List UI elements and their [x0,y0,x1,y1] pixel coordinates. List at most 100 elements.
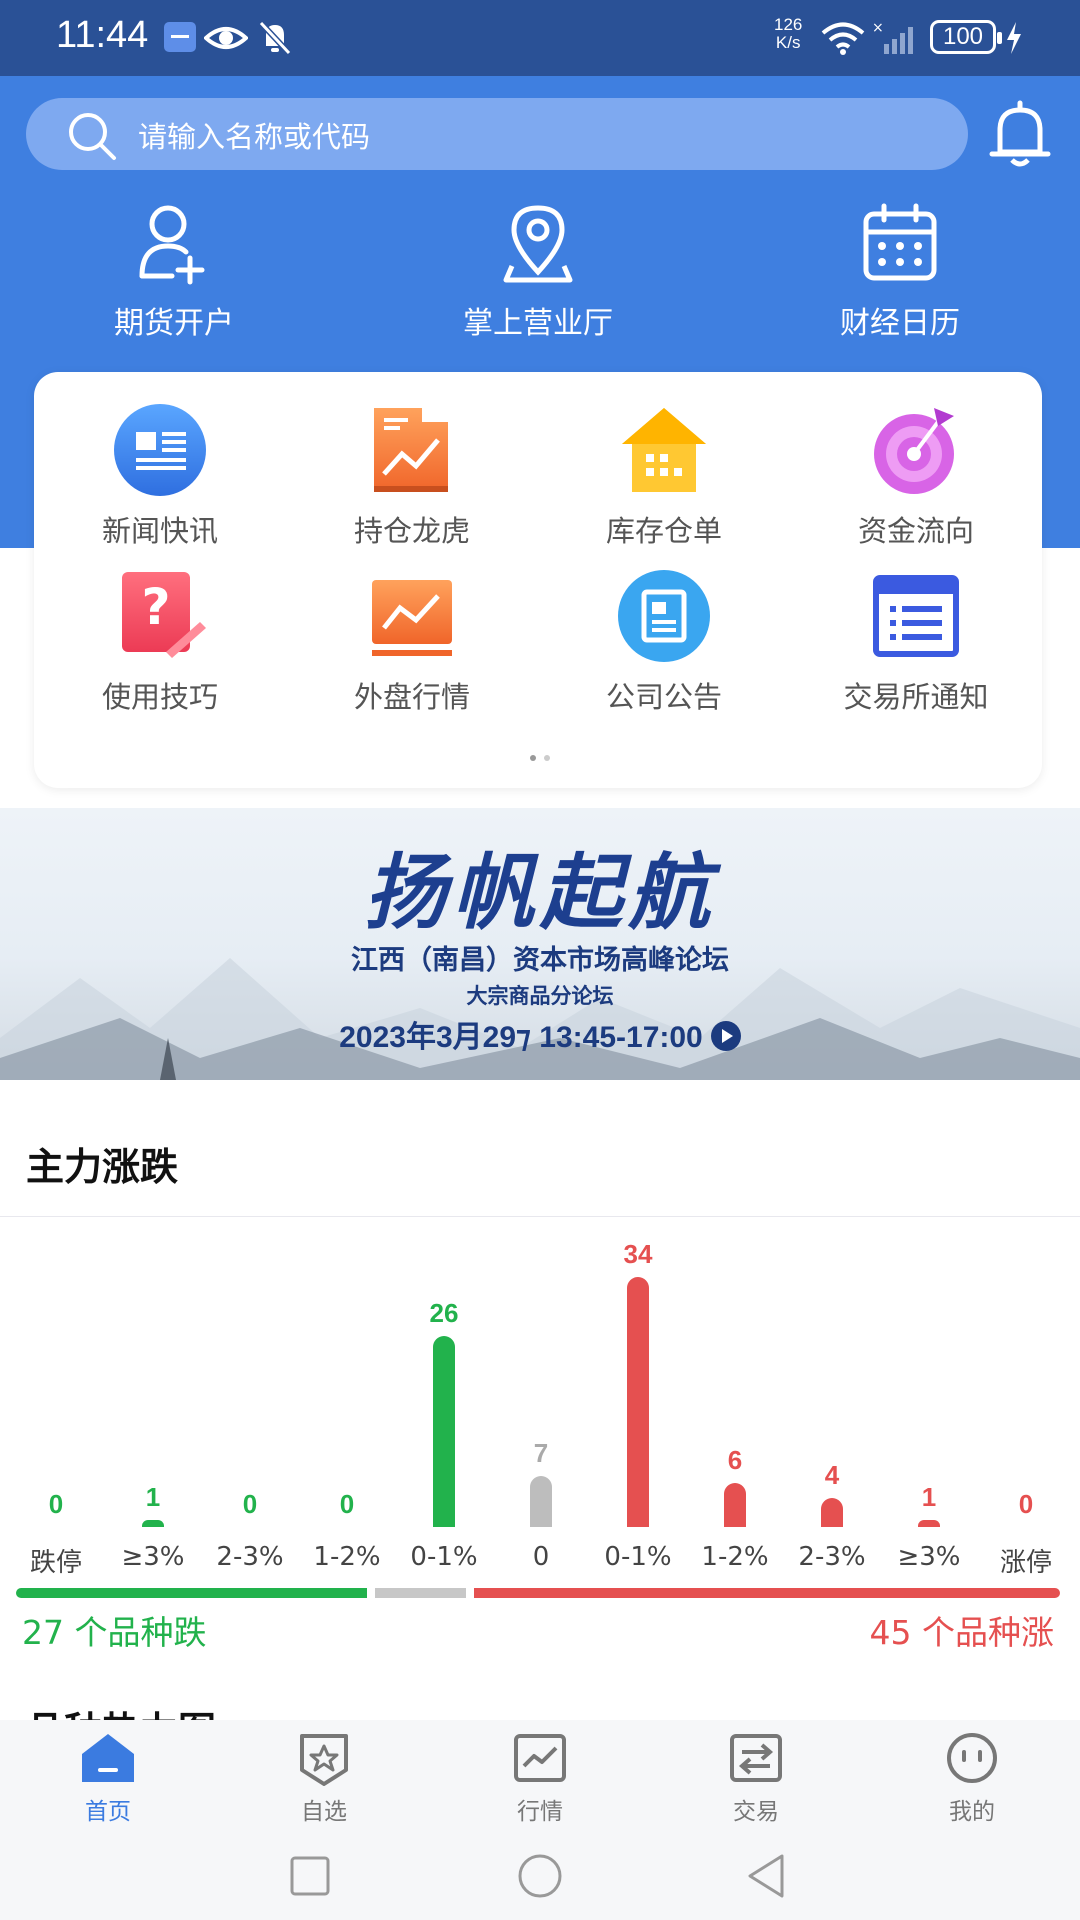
page-indicator [526,746,554,765]
banner-datetime: 2023年3月29⁊ 13:45-17:00 [0,1012,1080,1056]
tab-trade[interactable]: 交易 [648,1732,864,1826]
chart-category-label: 0-1% [604,1542,672,1572]
tab-label: 首页 [85,1799,131,1825]
chart-bar [433,1336,455,1527]
rise-count: 45 个品种涨 [869,1613,1054,1652]
chart-bar [724,1483,746,1527]
status-bar: 11:44 126 K/s × 100 [0,0,1080,76]
tab-label: 我的 [949,1799,995,1825]
tab-home[interactable]: 首页 [0,1732,216,1826]
grid-item-tips[interactable]: ? 使用技巧 [34,568,286,716]
status-time: 11:44 [56,14,149,56]
target-icon [874,408,954,494]
chart-bar [627,1277,649,1527]
exchange-icon [730,1734,782,1782]
grid-label: 持仓龙虎 [353,514,470,548]
grid-item-news[interactable]: 新闻快讯 [34,402,286,550]
chart-bar [918,1520,940,1527]
back-icon[interactable] [744,1852,788,1900]
search-bar[interactable]: 请输入名称或代码 [26,98,968,170]
fall-count: 27 个品种跌 [22,1613,207,1652]
chart-category-label: ≥3% [897,1542,961,1572]
chart-value-label: 34 [623,1239,653,1269]
chart-category-label: 1-2% [701,1542,769,1572]
divider [0,1216,1080,1217]
tab-label: 行情 [517,1799,563,1825]
section-title: 主力涨跌 [26,1145,179,1189]
recent-apps-icon[interactable] [288,1854,332,1898]
tab-label: 交易 [733,1799,779,1825]
chart-value-label: 7 [533,1438,549,1468]
chart-category-label: 2-3% [216,1542,284,1572]
nav-label: 掌上营业厅 [463,306,613,341]
flat-segment [375,1588,466,1598]
home-icon [82,1734,134,1782]
chart-category-label: 涨停 [999,1548,1052,1578]
nav-label: 财经日历 [840,306,960,341]
announcement-icon [618,570,710,662]
grid-label: 使用技巧 [101,680,218,714]
event-banner[interactable]: 扬帆起航 江西（南昌）资本市场高峰论坛 大宗商品分论坛 2023年3月29⁊ 1… [0,808,1080,1080]
speed-unit: K/s [775,33,801,52]
chart-bar [821,1498,843,1527]
grid-item-foreign-market[interactable]: 外盘行情 [286,568,538,716]
position-chart-icon [374,408,448,492]
svg-text:×: × [872,20,884,36]
home-nav-icon[interactable] [516,1852,564,1900]
grid-item-warehouse[interactable]: 库存仓单 [538,402,790,550]
grid-item-announcements[interactable]: 公司公告 [538,568,790,716]
charging-icon [1007,22,1021,54]
profile-icon [947,1733,997,1783]
banner-subtitle: 江西（南昌）资本市场高峰论坛 [351,945,729,976]
bottom-tab-bar: 首页 自选 行情 交易 我的 [0,1720,1080,1828]
nav-finance-calendar[interactable]: 财经日历 [770,200,1030,342]
svg-text:?: ? [141,578,170,636]
notice-list-icon [873,575,959,657]
battery-indicator: 100 [930,20,1002,54]
play-icon[interactable] [710,1021,741,1051]
grid-label: 新闻快讯 [101,514,218,548]
grid-label: 交易所通知 [843,680,989,714]
chart-value-label: 0 [242,1489,258,1519]
tab-label: 自选 [301,1799,347,1825]
banner-subtitle-2: 大宗商品分论坛 [466,984,614,1008]
market-trend-icon [372,580,452,656]
rise-fall-bar-chart: 0 跌停 1 ≥3% 0 2-3% 0 1-2% 26 0-1% 7 0 34 0-1% 6 1-2% 4 2-3… [0,1232,1080,1622]
grid-label: 库存仓单 [605,514,722,548]
chart-bar [142,1520,164,1527]
bell-icon[interactable] [988,100,1052,170]
search-icon [69,113,116,160]
distribution-bar [16,1588,1060,1598]
speed-value: 126 [774,15,803,34]
chart-bar [530,1476,552,1527]
star-icon [300,1734,348,1786]
tab-market[interactable]: 行情 [432,1732,648,1826]
tab-watchlist[interactable]: 自选 [216,1732,432,1826]
nav-futures-account[interactable]: 期货开户 [44,200,304,342]
calendar-icon [863,203,937,281]
chart-value-label: 1 [921,1482,937,1512]
eye-icon [204,27,248,49]
grid-item-exchange-notice[interactable]: 交易所通知 [790,568,1042,716]
grid-item-capital-flow[interactable]: 资金流向 [790,402,1042,550]
news-icon [114,404,206,496]
signal-icon: × [872,20,913,54]
quick-nav: 期货开户 掌上营业厅 财经日历 [0,200,1080,350]
chart-category-label: 2-3% [798,1542,866,1572]
search-input[interactable]: 请输入名称或代码 [138,114,370,156]
grid-label: 资金流向 [857,514,974,548]
chart-value-label: 0 [339,1489,355,1519]
fall-segment [16,1588,367,1598]
nav-label: 期货开户 [114,306,234,341]
grid-item-positions[interactable]: 持仓龙虎 [286,402,538,550]
add-user-icon [139,205,205,285]
grid-label: 公司公告 [605,680,722,714]
system-nav-bar [0,1828,1080,1920]
chart-icon [514,1734,566,1782]
chart-value-label: 6 [727,1445,743,1475]
banner-date-text: 2023年3月29⁊ 13:45-17:00 [339,1021,703,1054]
nav-mobile-hall[interactable]: 掌上营业厅 [408,200,668,342]
chart-value-label: 0 [1018,1489,1034,1519]
chart-category-label: 0 [532,1542,550,1572]
tab-profile[interactable]: 我的 [864,1732,1080,1826]
